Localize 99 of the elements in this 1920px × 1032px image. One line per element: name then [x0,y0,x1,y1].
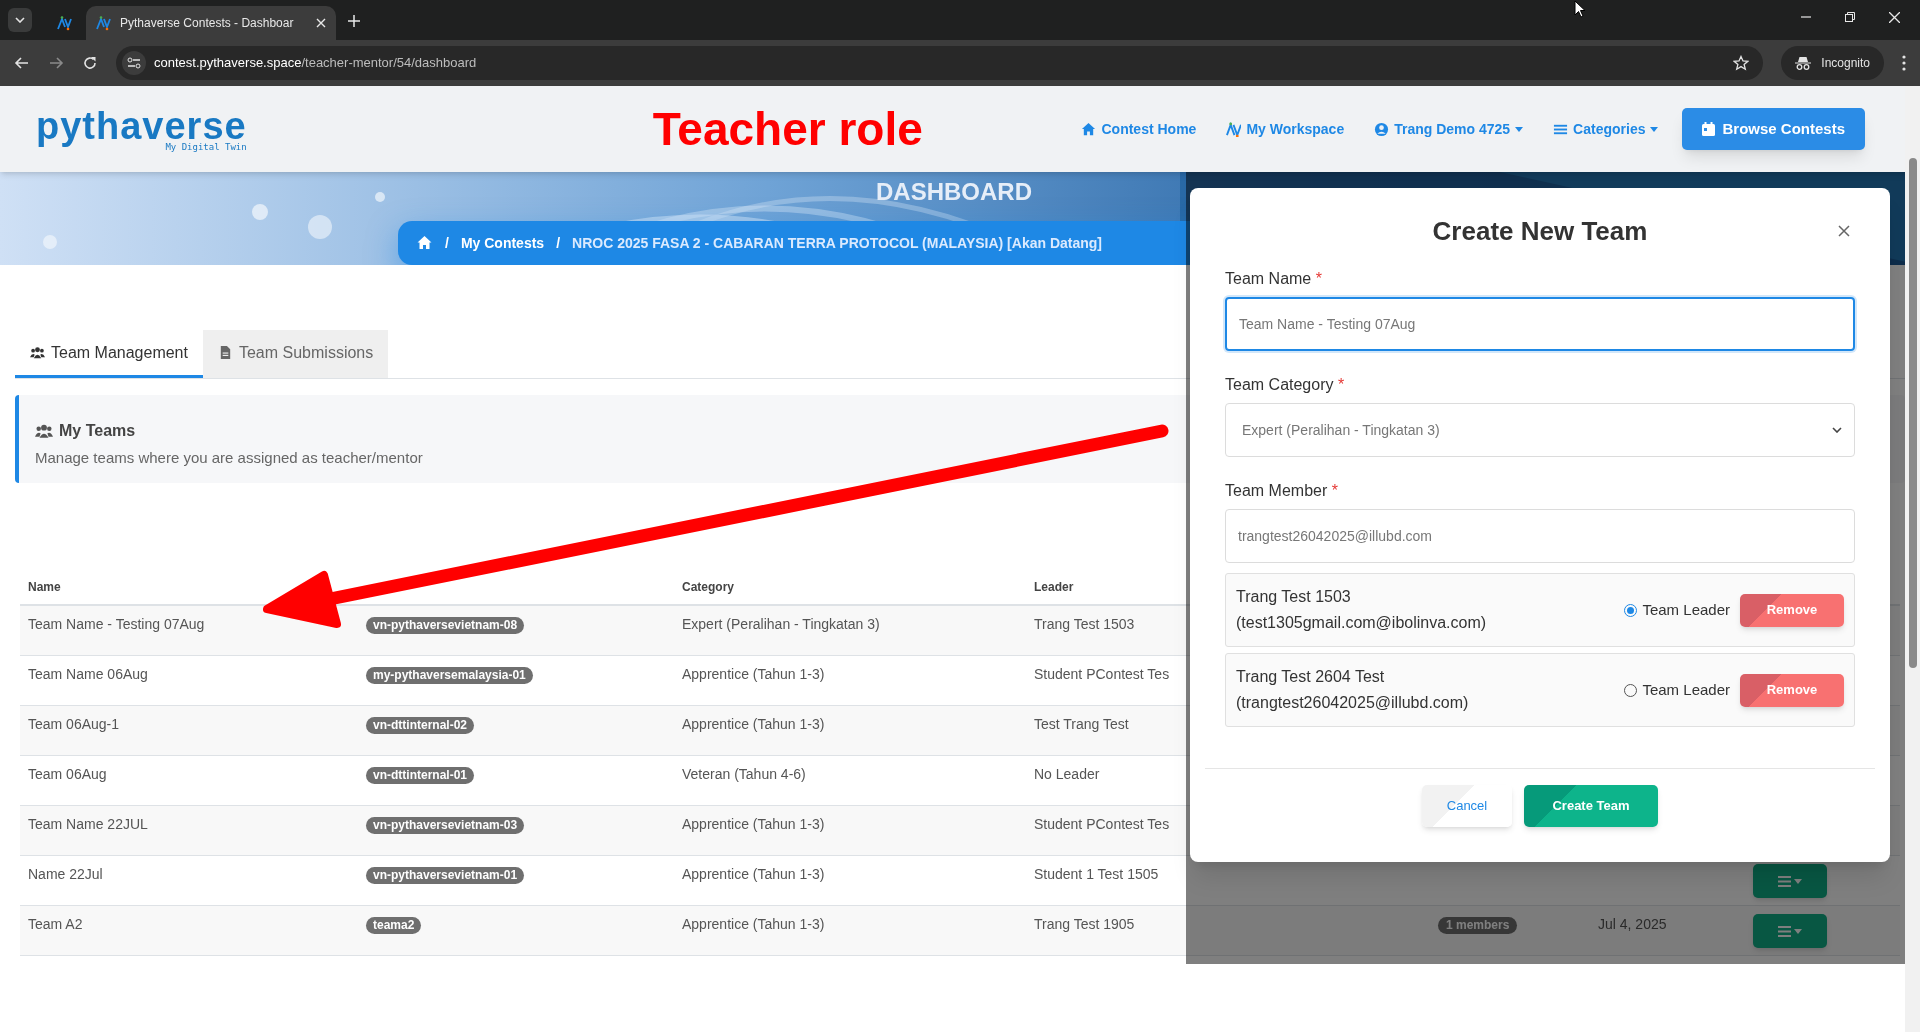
table-cell: No Leader [1034,766,1100,782]
panel-subtitle: Manage teams where you are assigned as teacher/mentor [35,448,424,468]
home-icon[interactable] [416,235,433,251]
caret-icon [1794,878,1802,884]
remove-button[interactable]: Remove [1740,593,1844,627]
favicon-icon [57,15,73,31]
reload-icon[interactable] [82,55,98,71]
browser-tab[interactable]: Pythaverse Contests - Dashboar [86,6,336,40]
field-label: Team Category * [1225,375,1346,395]
field-label: Team Name * [1225,269,1323,289]
team-code-badge: vn-pythaversevietnam-01 [366,867,525,884]
team-code-badge: vn-dttinternal-02 [366,717,474,734]
table-cell: Apprentice (Tahun 1-3) [682,916,825,932]
table-cell: Trang Test 1905 [1034,916,1135,932]
calendar-icon [1702,122,1716,136]
favicon-icon [96,15,112,31]
table-cell: Apprentice (Tahun 1-3) [682,816,825,832]
table-cell: Name 22Jul [28,866,103,882]
table-cell: Team 06Aug [28,766,107,782]
caret-icon [1794,928,1802,934]
table-cell: Apprentice (Tahun 1-3) [682,716,825,732]
member-count-badge: 1 members [1438,917,1518,934]
field-label: Team Member * [1225,481,1339,501]
incognito-icon [1795,56,1812,70]
table-cell: Jul 4, 2025 [1598,916,1667,932]
forward-icon[interactable] [48,55,64,71]
tab-title: Pythaverse Contests - Dashboar [120,15,295,32]
member-email: (trangtest26042025@illubd.com) [1236,693,1470,713]
table-cell: Student PContest Tes [1034,666,1170,682]
site-settings-button[interactable] [122,51,146,75]
team-code-badge: vn-pythaversevietnam-08 [366,617,525,634]
remove-button[interactable]: Remove [1740,673,1844,707]
chevron-down-icon [1832,427,1842,433]
input-field[interactable]: trangtest26042025@illubd.com [1225,509,1855,563]
mouse-cursor-icon [1574,0,1586,18]
page-tab[interactable]: Team Submissions [202,330,389,378]
create-team-button[interactable]: Create Team [1524,785,1658,827]
page-title: DASHBOARD [876,177,1032,207]
modal-title: Create New Team [1432,214,1648,248]
menu-icon [1778,875,1791,887]
table-cell: Trang Test 1503 [1034,616,1135,632]
team-leader-radio[interactable]: Team Leader [1624,678,1730,702]
member-name: Trang Test 2604 Test [1236,667,1386,687]
nav-link[interactable]: Categories [1553,118,1659,140]
member-name: Trang Test 1503 [1236,587,1352,607]
users-icon [30,345,45,360]
restore-icon[interactable] [1845,12,1855,22]
annotation-label: Teacher role [652,101,923,157]
panel-title: My Teams [59,421,136,441]
new-tab-icon[interactable] [348,15,360,27]
breadcrumb-separator: / [556,233,560,253]
browse-contests-button[interactable]: Browse Contests [1682,108,1865,150]
back-icon[interactable] [14,55,30,71]
av-logo-icon [1226,121,1242,137]
star-icon[interactable] [1733,55,1750,71]
table-cell: Team Name 06Aug [28,666,148,682]
breadcrumb-link[interactable]: NROC 2025 FASA 2 - CABARAN TERRA PROTOCOL (MALAYSIA) [Akan Datang] [572,232,1102,254]
table-cell: Expert (Peralihan - Tingkatan 3) [682,616,880,632]
table-cell: Team A2 [28,916,83,932]
scrollbar[interactable] [1905,86,1920,1032]
column-header: Category [682,580,734,594]
table-cell: Student 1 Test 1505 [1034,866,1159,882]
address-bar[interactable]: contest.pythaverse.space/teacher-mentor/54/dashboard [116,46,1764,80]
team-code-badge: my-pythaversemalaysia-01 [366,667,533,684]
table-cell: Apprentice (Tahun 1-3) [682,666,825,682]
nav-link[interactable]: Trang Demo 4725 [1374,118,1524,140]
incognito-button[interactable]: Incognito [1781,46,1884,80]
column-header: Name [28,580,61,594]
column-header: Leader [1034,580,1074,594]
url-text: contest.pythaverse.space/teacher-mentor/54/dashboard [154,54,477,73]
breadcrumb-link[interactable]: My Contests [460,232,545,254]
cancel-button[interactable]: Cancel [1422,785,1512,827]
table-cell: Team Name - Testing 07Aug [28,616,205,632]
team-code-badge: vn-dttinternal-01 [366,767,474,784]
menu-icon [1778,925,1791,937]
team-code-badge: teama2 [366,917,422,934]
sliders-icon [127,57,141,69]
team-leader-radio[interactable]: Team Leader [1624,598,1730,622]
table-cell: Student PContest Tes [1034,816,1170,832]
category-select[interactable]: Expert (Peralihan - Tingkatan 3) [1225,403,1855,457]
home-icon [1081,121,1097,137]
table-cell: Test Trang Test [1034,716,1129,732]
breadcrumb-separator: / [445,233,449,253]
table-cell: Apprentice (Tahun 1-3) [682,866,825,882]
nav-link[interactable]: Contest Home [1081,118,1197,140]
table-cell: Team Name 22JUL [28,816,148,832]
input-field[interactable]: Team Name - Testing 07Aug [1225,297,1855,351]
more-icon[interactable] [1902,55,1906,71]
table-cell: Veteran (Tahun 4-6) [682,766,806,782]
member-email: (test1305gmail.com@ibolinva.com) [1236,613,1488,633]
user-icon [1374,121,1390,137]
team-code-badge: vn-pythaversevietnam-03 [366,817,525,834]
logo[interactable]: pythaverse [36,106,247,145]
chevron-down-icon [15,17,25,23]
close-icon[interactable] [1838,225,1850,237]
table-cell: Team 06Aug-1 [28,716,120,732]
nav-link[interactable]: My Workspace [1226,118,1345,140]
users-icon [35,422,53,440]
tab-search-button[interactable] [8,8,32,32]
